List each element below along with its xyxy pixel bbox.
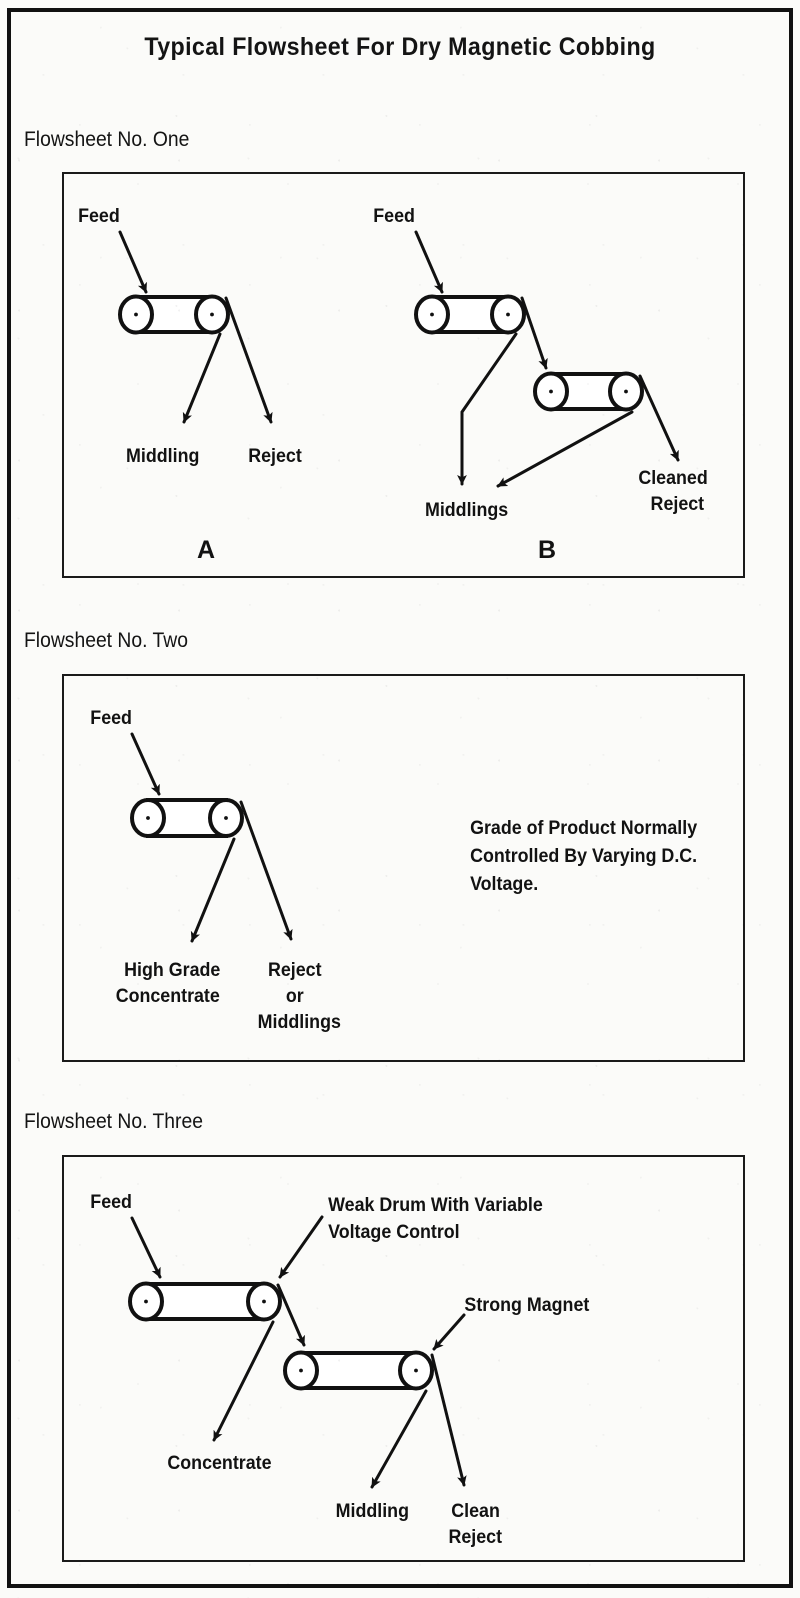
flowsheet-three-middling-label: Middling <box>336 1499 409 1521</box>
panel-b-middlings-label: Middlings <box>425 498 508 520</box>
flowsheet-two-drum <box>130 798 244 838</box>
flowsheet-three-weak-drum-label-line2: Voltage Control <box>328 1220 460 1242</box>
flowsheet-three-weak-drum <box>128 1281 282 1322</box>
flowsheet-three-middling-arrow <box>370 1389 428 1489</box>
flowsheet-two-reject-label-line1: Reject <box>268 958 322 980</box>
panel-a-drum <box>118 294 230 335</box>
flowsheet-two-feed-arrow <box>130 732 161 796</box>
flowsheet-three-drawing: Feed Weak Drum With Variable Voltage Con… <box>90 1190 589 1547</box>
figure-title: Typical Flowsheet For Dry Magnetic Cobbi… <box>144 33 656 61</box>
flowsheet-three-clean-reject-label-line1: Clean <box>451 1499 500 1521</box>
panel-a-feed-label: Feed <box>78 204 120 226</box>
panel-b-drum-two <box>533 371 644 412</box>
flowsheet-two-concentrate-label-line2: Concentrate <box>116 984 220 1006</box>
flowsheet-three-clean-reject-label-line2: Reject <box>448 1525 502 1547</box>
panel-b-cleaned-reject-label-line1: Cleaned <box>638 466 707 488</box>
flowsheet-three-weak-drum-label-line1: Weak Drum With Variable <box>328 1193 543 1215</box>
flowsheet-two-concentrate-label-line1: High Grade <box>124 958 220 980</box>
flowsheet-one-panel: Feed Middling Reject A Feed Middlings Cl… <box>62 172 745 578</box>
panel-b-interstage-arrow <box>520 296 548 370</box>
panel-b-cleaned-reject-arrow <box>638 374 680 462</box>
flowsheet-three-feed-label: Feed <box>90 1190 132 1212</box>
panel-b-drum-one <box>414 294 526 335</box>
flowsheet-three-clean-reject-arrow <box>430 1353 467 1487</box>
flowsheet-three-strong-magnet-label: Strong Magnet <box>464 1293 589 1315</box>
section-heading-three: Flowsheet No. Three <box>24 1110 203 1133</box>
panel-a-middling-arrow <box>182 332 222 424</box>
flowsheet-two-drawing: Feed High Grade Concentrate Reject or Mi… <box>90 706 698 1032</box>
panel-b-feed-label: Feed <box>373 204 415 226</box>
flowsheet-three-feed-arrow <box>130 1216 162 1279</box>
flowsheet-three-strong-drum <box>283 1350 434 1391</box>
panel-a-reject-label: Reject <box>248 444 302 466</box>
flowsheet-three-panel: Feed Weak Drum With Variable Voltage Con… <box>62 1155 745 1562</box>
panel-b-letter: B <box>538 536 556 564</box>
flowsheet-three-concentrate-label: Concentrate <box>167 1451 271 1473</box>
panel-b-middlings-arrow-lower <box>496 410 634 488</box>
flowsheet-two-reject-label-line2: or <box>286 984 304 1006</box>
flowsheet-one-drawing: Feed Middling Reject A Feed Middlings Cl… <box>78 204 708 564</box>
panel-b-middlings-arrow-upper <box>457 332 518 486</box>
flowsheet-three-interstage-arrow <box>276 1283 306 1347</box>
flowsheet-two-feed-label: Feed <box>90 706 132 728</box>
panel-a-reject-arrow <box>224 296 273 424</box>
flowsheet-two-note-line3: Voltage. <box>470 872 538 894</box>
panel-b-feed-arrow <box>414 230 444 294</box>
panel-b-cleaned-reject-label-line2: Reject <box>651 492 705 514</box>
flowsheet-two-panel: Feed High Grade Concentrate Reject or Mi… <box>62 674 745 1062</box>
flowsheet-three-weak-drum-callout-arrow <box>278 1215 324 1279</box>
flowsheet-three-concentrate-arrow <box>212 1320 275 1442</box>
panel-a-feed-arrow <box>118 230 148 294</box>
flowsheet-two-concentrate-arrow <box>190 837 236 943</box>
flowsheet-two-reject-label-line3: Middlings <box>258 1010 341 1032</box>
flowsheet-three-strong-magnet-callout-arrow <box>432 1313 466 1351</box>
panel-a-letter: A <box>197 536 215 564</box>
section-heading-one: Flowsheet No. One <box>24 128 190 151</box>
panel-a-middling-label: Middling <box>126 444 199 466</box>
flowsheet-two-note-line1: Grade of Product Normally <box>470 816 698 838</box>
figure-page: Typical Flowsheet For Dry Magnetic Cobbi… <box>0 0 800 1598</box>
flowsheet-two-note-line2: Controlled By Varying D.C. <box>470 844 697 866</box>
section-heading-two: Flowsheet No. Two <box>24 629 188 652</box>
flowsheet-two-reject-arrow <box>239 800 293 941</box>
